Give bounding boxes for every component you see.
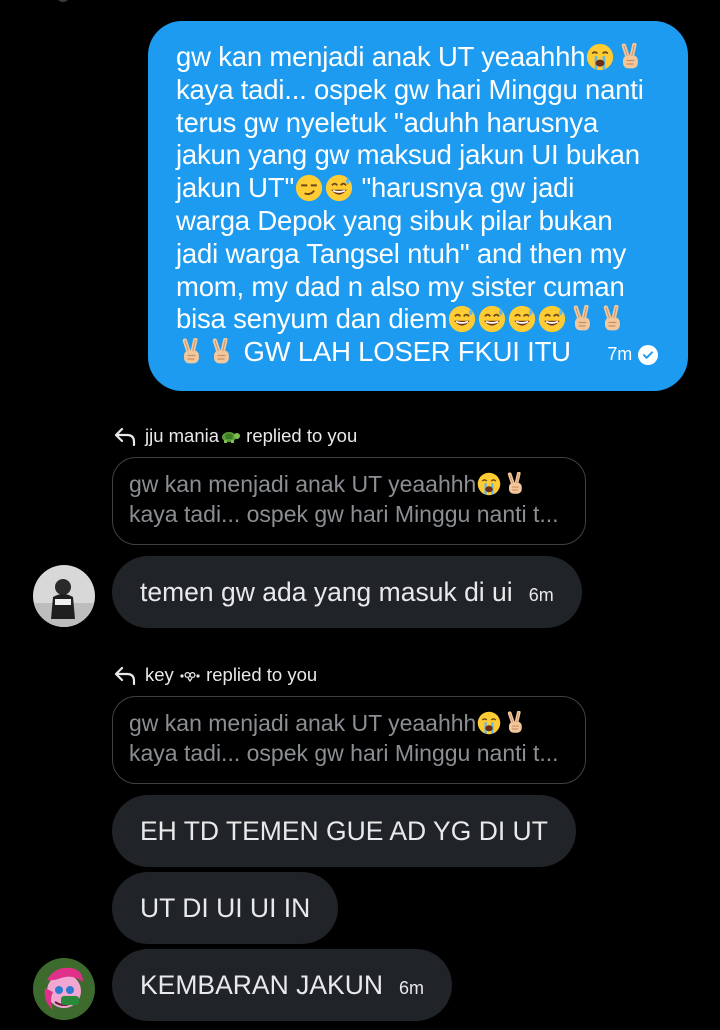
check-circle-icon	[638, 344, 658, 365]
message-line: jakun UT" "harusnya gw jadi	[176, 172, 575, 204]
top-edge-fragment	[56, 0, 70, 2]
grinning-sweat-face-icon	[478, 305, 506, 333]
smirking-face-icon	[295, 174, 323, 202]
message-line: warga Depok yang sibuk pilar bukan	[176, 204, 613, 236]
victory-hand-icon	[616, 43, 644, 71]
message-line: gw kan menjadi anak UT yeaahhh	[176, 41, 666, 74]
message-text: UT DI UI UI IN	[140, 892, 311, 923]
loudly-crying-face-icon	[477, 472, 501, 496]
quoted-message[interactable]: gw kan menjadi anak UT yeaahhh kaya tadi…	[112, 696, 586, 784]
message-line: GW LAH LOSER FKUI ITU	[176, 336, 666, 369]
victory-hand-icon	[503, 472, 527, 496]
reply-context-label: key replied to you	[113, 664, 317, 686]
grinning-sweat-face-icon	[508, 305, 536, 333]
avatar[interactable]	[33, 565, 95, 627]
victory-hand-icon	[177, 338, 205, 366]
message-line: terus gw nyeletuk "aduhh harusnya	[176, 106, 599, 138]
message-line: mom, my dad n also my sister cuman	[176, 270, 625, 302]
received-message-bubble[interactable]: temen gw ada yang masuk di ui 6m	[112, 556, 582, 628]
turtle-icon	[219, 428, 241, 444]
received-message-bubble[interactable]: EH TD TEMEN GUE AD YG DI UT	[112, 795, 576, 867]
victory-hand-icon	[568, 305, 596, 333]
victory-hand-icon	[503, 711, 527, 735]
grinning-sweat-face-icon	[325, 174, 353, 202]
quoted-line: gw kan menjadi anak UT yeaahhh	[129, 708, 569, 738]
quoted-message[interactable]: gw kan menjadi anak UT yeaahhh kaya tadi…	[112, 457, 586, 545]
loudly-crying-face-icon	[586, 43, 614, 71]
message-text: KEMBARAN JAKUN	[140, 969, 383, 1000]
dot-ornament-icon	[179, 667, 201, 683]
avatar[interactable]	[33, 958, 95, 1020]
reply-author: jju mania	[145, 425, 220, 446]
grinning-sweat-face-icon	[538, 305, 566, 333]
reply-arrow-icon	[113, 665, 137, 685]
message-time: 6m	[528, 584, 554, 605]
reply-context-label: jju mania replied to you	[113, 425, 357, 447]
quoted-line: kaya tadi... ospek gw hari Minggu nanti …	[129, 740, 559, 766]
message-time: 6m	[398, 977, 424, 998]
message-line: jakun yang gw maksud jakun UI bukan	[176, 139, 640, 171]
loudly-crying-face-icon	[477, 711, 501, 735]
sent-message-bubble[interactable]: gw kan menjadi anak UT yeaahhh kaya tadi…	[148, 21, 688, 391]
received-message-bubble[interactable]: KEMBARAN JAKUN 6m	[112, 949, 452, 1021]
message-time: 7m	[607, 344, 632, 365]
reply-author: key	[145, 664, 174, 685]
message-line: bisa senyum dan diem	[176, 303, 666, 336]
victory-hand-icon	[598, 305, 626, 333]
message-meta: 7m	[607, 338, 658, 371]
received-message-bubble[interactable]: UT DI UI UI IN	[112, 872, 339, 944]
reply-arrow-icon	[113, 426, 137, 446]
message-line: kaya tadi... ospek gw hari Minggu nanti	[176, 73, 644, 105]
message-line: jadi warga Tangsel ntuh" and then my	[176, 237, 626, 269]
grinning-sweat-face-icon	[448, 305, 476, 333]
quoted-line: kaya tadi... ospek gw hari Minggu nanti …	[129, 501, 559, 527]
quoted-line: gw kan menjadi anak UT yeaahhh	[129, 469, 569, 499]
message-text: temen gw ada yang masuk di ui	[140, 576, 513, 607]
message-text: EH TD TEMEN GUE AD YG DI UT	[140, 815, 548, 846]
victory-hand-icon	[207, 338, 235, 366]
